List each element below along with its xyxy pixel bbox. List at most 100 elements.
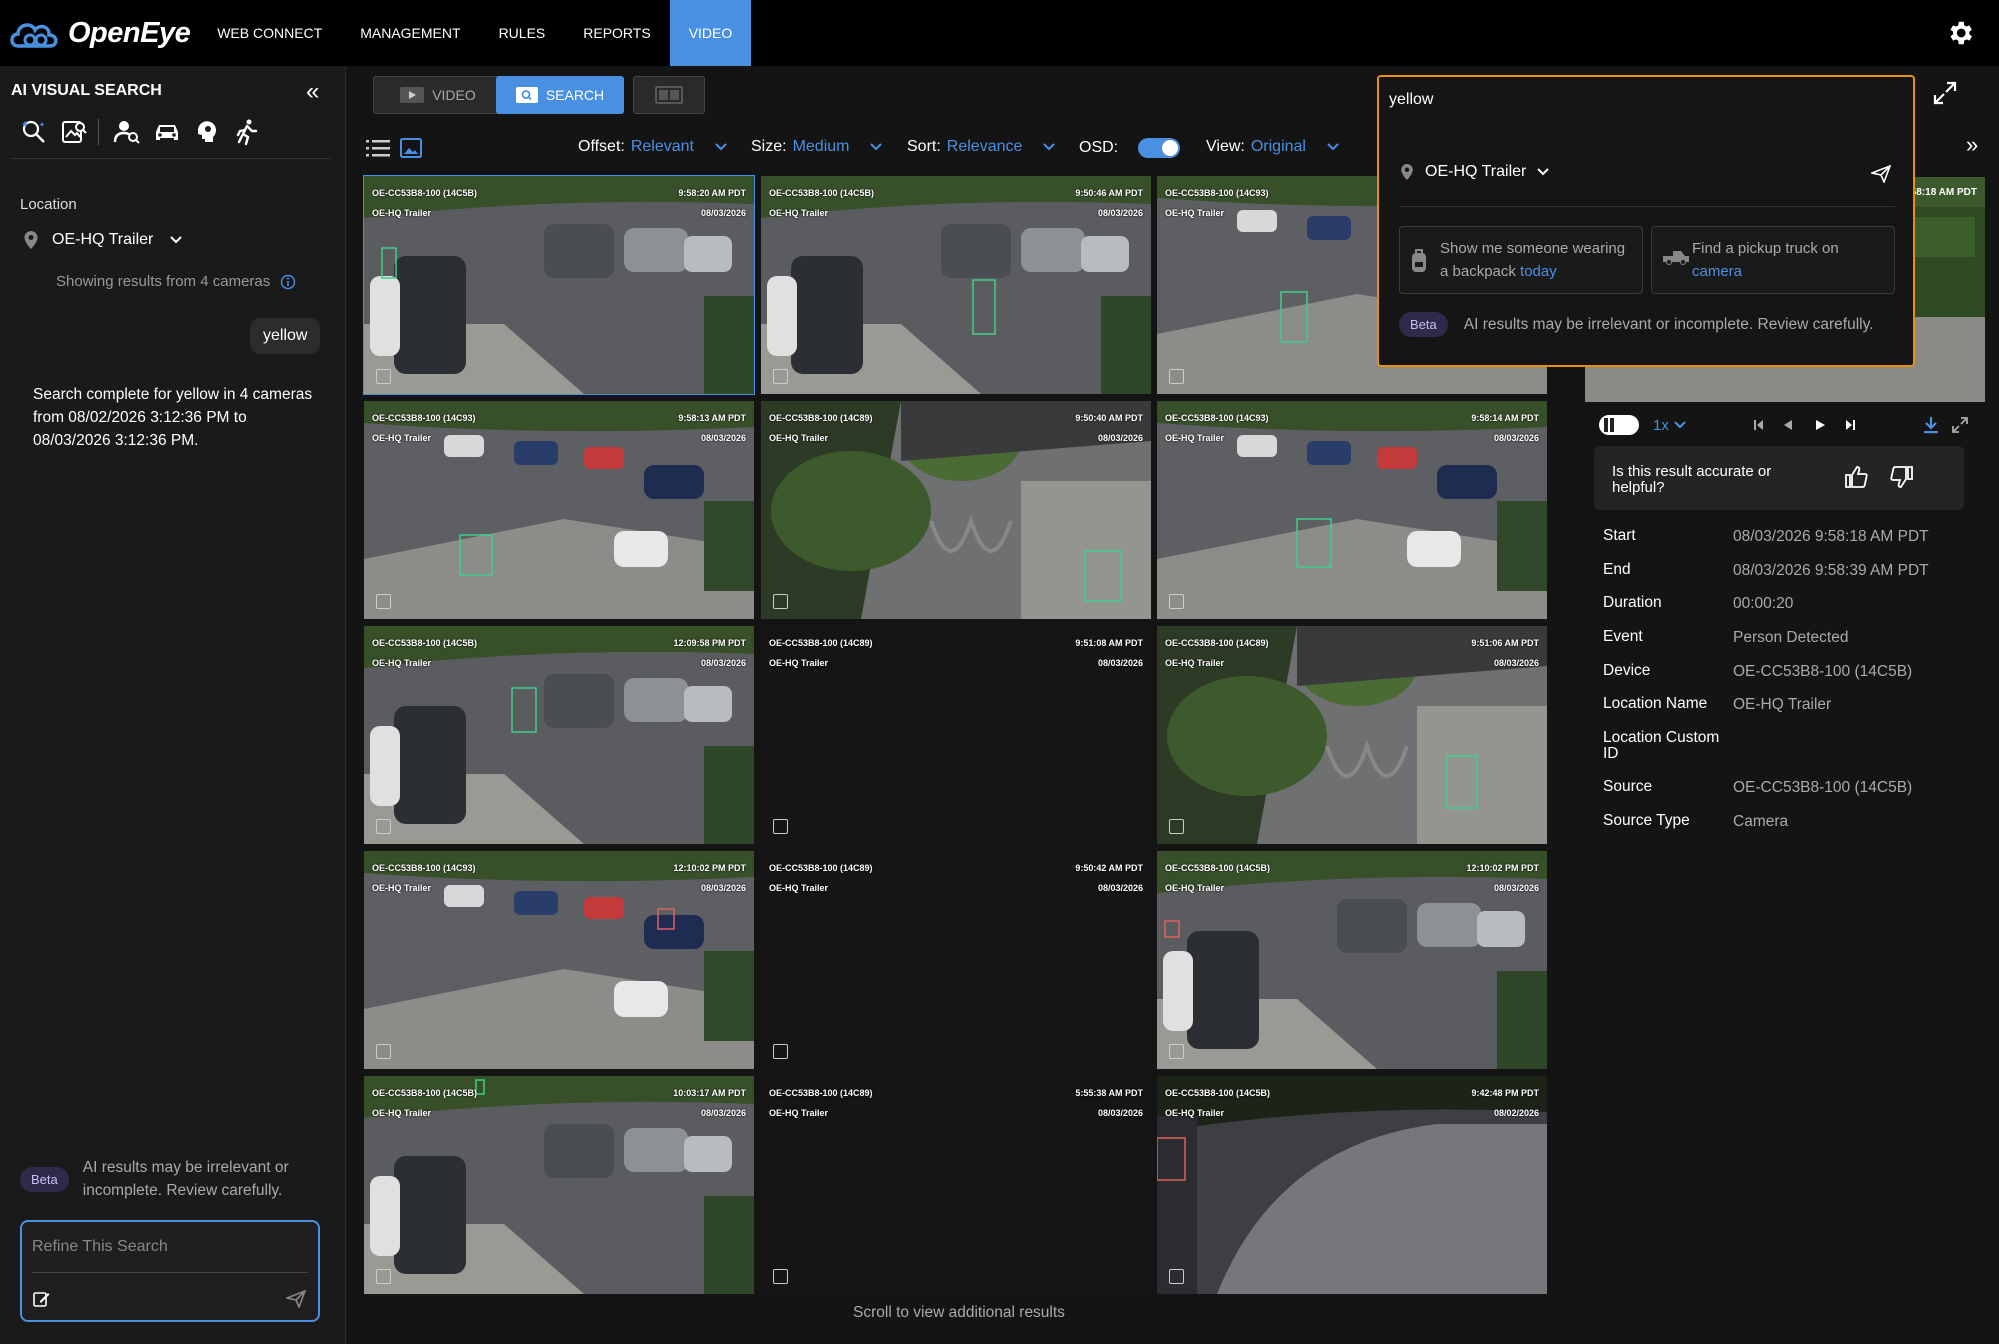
tile-camera-info: OE-CC53B8-100 (14C89) OE-HQ Trailer (769, 633, 873, 673)
nav-management[interactable]: MANAGEMENT (341, 0, 479, 66)
tile-checkbox[interactable] (376, 1269, 391, 1284)
suggestion-backpack[interactable]: Show me someone wearing a backpack today (1399, 226, 1643, 294)
result-tile[interactable]: OE-CC53B8-100 (14C93) OE-HQ Trailer 9:58:… (1157, 401, 1547, 619)
logo[interactable]: OpenEye (0, 0, 191, 66)
thumbnail-view-icon[interactable] (400, 138, 422, 158)
list-view-icon[interactable] (366, 138, 390, 158)
result-tile[interactable]: OE-CC53B8-100 (14C89) OE-HQ Trailer 9:51:… (761, 626, 1151, 844)
result-tile[interactable]: OE-CC53B8-100 (14C5B) OE-HQ Trailer 9:42:… (1157, 1076, 1547, 1294)
result-tile[interactable]: OE-CC53B8-100 (14C89) OE-HQ Trailer 9:50:… (761, 851, 1151, 1069)
skip-back-icon[interactable] (1751, 418, 1767, 432)
result-tile[interactable]: OE-CC53B8-100 (14C5B) OE-HQ Trailer 9:50:… (761, 176, 1151, 394)
search-mode-button[interactable]: SEARCH (496, 76, 624, 114)
tile-checkbox[interactable] (1169, 819, 1184, 834)
tile-camera: OE-CC53B8-100 (14C89) (769, 1088, 873, 1098)
detail-value: Camera (1733, 812, 1789, 830)
video-mode-button[interactable]: VIDEO (373, 76, 503, 114)
result-tile[interactable]: OE-CC53B8-100 (14C5B) OE-HQ Trailer 12:10… (1157, 851, 1547, 1069)
expand-panel-icon[interactable]: » (1966, 132, 1978, 158)
tile-checkbox[interactable] (376, 594, 391, 609)
thumbs-up-icon[interactable] (1844, 466, 1868, 488)
tile-location: OE-HQ Trailer (1165, 1108, 1225, 1118)
tile-location: OE-HQ Trailer (769, 883, 829, 893)
offset-filter[interactable]: Offset: Relevant (578, 138, 728, 156)
info-icon[interactable] (280, 274, 296, 290)
tile-camera-info: OE-CC53B8-100 (14C5B) OE-HQ Trailer (372, 1083, 477, 1123)
playback-speed[interactable]: 1x (1653, 417, 1669, 434)
tile-checkbox[interactable] (1169, 1044, 1184, 1059)
tile-checkbox[interactable] (773, 1044, 788, 1059)
tile-checkbox[interactable] (773, 594, 788, 609)
result-tile[interactable]: OE-CC53B8-100 (14C89) OE-HQ Trailer 5:55:… (761, 1076, 1151, 1294)
result-tile[interactable]: OE-CC53B8-100 (14C93) OE-HQ Trailer 9:58:… (364, 401, 754, 619)
result-tile[interactable]: OE-CC53B8-100 (14C93) OE-HQ Trailer 12:10… (364, 851, 754, 1069)
nav-web-connect[interactable]: WEB CONNECT (198, 0, 341, 66)
size-filter[interactable]: Size: Medium (751, 138, 883, 156)
tile-checkbox[interactable] (376, 369, 391, 384)
tile-checkbox[interactable] (1169, 1269, 1184, 1284)
tile-checkbox[interactable] (773, 1269, 788, 1284)
tile-time-info: 9:58:14 AM PDT 08/03/2026 (1471, 408, 1539, 448)
view-filter[interactable]: View: Original (1206, 138, 1340, 156)
chevron-down-icon (1327, 143, 1339, 151)
query-location-selector[interactable]: OE-HQ Trailer (1399, 163, 1550, 181)
play-icon[interactable] (1813, 418, 1827, 432)
magic-search-icon[interactable] (14, 114, 54, 150)
tile-camera-info: OE-CC53B8-100 (14C93) OE-HQ Trailer (372, 408, 476, 448)
download-icon[interactable] (1923, 416, 1939, 434)
osd-toggle[interactable] (1138, 138, 1181, 158)
tile-location: OE-HQ Trailer (1165, 883, 1225, 893)
image-search-icon[interactable] (54, 114, 94, 150)
result-tile[interactable]: OE-CC53B8-100 (14C5B) OE-HQ Trailer 12:09… (364, 626, 754, 844)
size-value: Medium (792, 138, 850, 155)
tile-checkbox[interactable] (376, 1044, 391, 1059)
send-icon[interactable] (1871, 165, 1891, 183)
sort-filter[interactable]: Sort: Relevance (907, 138, 1056, 156)
chevron-down-icon[interactable] (1673, 420, 1687, 430)
tile-date: 08/02/2026 (1493, 1108, 1539, 1118)
result-tile[interactable]: OE-CC53B8-100 (14C89) OE-HQ Trailer 9:51:… (1157, 626, 1547, 844)
face-search-icon[interactable] (187, 114, 227, 150)
step-back-icon[interactable] (1781, 418, 1795, 432)
gear-icon[interactable] (1945, 18, 1975, 48)
result-tile[interactable]: OE-CC53B8-100 (14C5B) OE-HQ Trailer 10:03… (364, 1076, 754, 1294)
tile-time: 9:51:06 AM PDT (1471, 638, 1539, 648)
result-tile[interactable]: OE-CC53B8-100 (14C89) OE-HQ Trailer 9:50:… (761, 401, 1151, 619)
tile-checkbox[interactable] (376, 819, 391, 834)
person-search-icon[interactable] (107, 114, 147, 150)
tile-camera: OE-CC53B8-100 (14C5B) (1165, 863, 1271, 873)
detail-key: Event (1603, 628, 1643, 646)
nav-reports[interactable]: REPORTS (564, 0, 669, 66)
tile-camera: OE-CC53B8-100 (14C5B) (372, 1088, 478, 1098)
edit-icon[interactable] (32, 1290, 50, 1308)
result-tile[interactable]: OE-CC53B8-100 (14C5B) OE-HQ Trailer 9:58:… (363, 175, 755, 395)
chevron-down-icon (715, 143, 727, 151)
thumbs-down-icon[interactable] (1890, 466, 1914, 488)
tile-location: OE-HQ Trailer (1165, 433, 1225, 443)
tile-checkbox[interactable] (1169, 594, 1184, 609)
detail-value: OE-CC53B8-100 (14C5B) (1733, 779, 1913, 797)
refine-search-input[interactable]: Refine This Search (32, 1238, 168, 1256)
split-view-button[interactable] (633, 76, 705, 114)
expand-video-icon[interactable] (1951, 416, 1969, 434)
tile-checkbox[interactable] (773, 819, 788, 834)
query-input[interactable]: yellow (1389, 91, 1433, 109)
detail-key: Location Custom ID (1603, 729, 1720, 763)
play-pause-toggle[interactable] (1599, 415, 1639, 435)
tile-location: OE-HQ Trailer (1165, 658, 1225, 668)
send-icon[interactable] (286, 1290, 306, 1308)
fullscreen-icon[interactable] (1932, 80, 1958, 106)
nav-video[interactable]: VIDEO (669, 0, 752, 66)
motion-search-icon[interactable] (227, 114, 267, 150)
suggestion-pickup[interactable]: Find a pickup truck on camera (1651, 226, 1895, 294)
refine-search-box[interactable]: Refine This Search (20, 1220, 320, 1322)
location-selector[interactable]: OE-HQ Trailer (22, 230, 183, 250)
skip-forward-icon[interactable] (1843, 418, 1859, 432)
tile-camera: OE-CC53B8-100 (14C89) (769, 638, 873, 648)
tile-checkbox[interactable] (773, 369, 788, 384)
nav-rules[interactable]: RULES (480, 0, 565, 66)
collapse-sidebar-icon[interactable]: « (306, 78, 319, 106)
tile-checkbox[interactable] (1169, 369, 1184, 384)
detail-value: OE-CC53B8-100 (14C5B) (1733, 662, 1913, 680)
vehicle-search-icon[interactable] (147, 114, 187, 150)
